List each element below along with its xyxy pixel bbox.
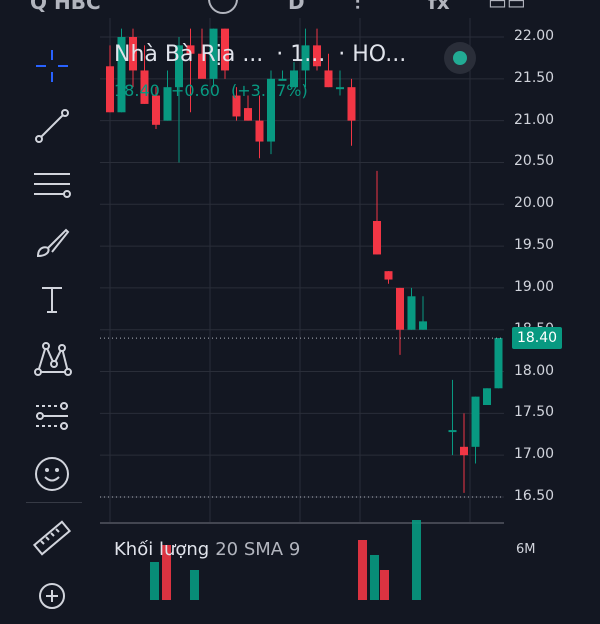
price-change-value: +0.60: [170, 81, 220, 100]
ruler-icon[interactable]: [28, 514, 76, 562]
interval-button[interactable]: D: [288, 0, 305, 14]
last-price-value: 18.40: [114, 81, 160, 100]
price-axis[interactable]: 6M 22.00 21.50 21.00 20.50 20.00 19.50 19.00 18…: [504, 18, 600, 600]
market-status-icon[interactable]: [444, 42, 476, 74]
add-symbol-icon[interactable]: [208, 0, 238, 14]
emoji-icon[interactable]: [28, 450, 76, 498]
text-icon[interactable]: [28, 276, 76, 324]
forecast-icon[interactable]: [28, 392, 76, 440]
price-axis-label: 19.00: [514, 278, 555, 295]
volume-indicator: 20 SMA 9: [215, 539, 301, 560]
candle-body: [324, 70, 333, 88]
layout-icon[interactable]: ▭▭: [488, 0, 526, 14]
toolbar-separator: [26, 502, 82, 503]
price-axis-label: 21.00: [514, 111, 555, 128]
volume-axis-label: 6M: [516, 542, 536, 557]
volume-legend[interactable]: Khối lượng 20 SMA 9: [114, 539, 300, 560]
candle-body: [419, 321, 427, 330]
candle-body: [255, 120, 264, 142]
interval-label: · 1...: [276, 42, 326, 67]
candle-body: [460, 446, 468, 456]
horizontal-lines-icon[interactable]: [28, 160, 76, 208]
price-axis-label: 16.50: [514, 488, 555, 504]
price-values: 18.40 +0.60 (+3.37%): [114, 81, 314, 100]
volume-bar: [370, 555, 379, 600]
volume-bar: [380, 570, 389, 600]
price-axis-label: 17.00: [514, 446, 555, 463]
volume-bar: [358, 540, 367, 600]
symbol-name: Nhà Bà Rịa ...: [114, 42, 264, 67]
volume-bar: [190, 570, 199, 600]
candle-body: [407, 296, 416, 330]
zoom-in-icon[interactable]: [28, 572, 76, 620]
symbol-search-icon[interactable]: Q HBC: [30, 0, 101, 14]
current-price-badge: 18.40: [512, 327, 562, 350]
candle-body: [396, 287, 404, 330]
candle-body: [494, 338, 503, 389]
price-axis-label: 20.50: [514, 153, 555, 170]
candle-body: [106, 66, 114, 113]
candle-body: [347, 87, 356, 121]
volume-bar: [150, 562, 159, 600]
price-axis-label: 20.00: [514, 195, 555, 212]
candle-body: [244, 108, 252, 121]
volume-bar: [412, 520, 421, 600]
price-chart[interactable]: [100, 18, 504, 600]
chart-pane[interactable]: Nhà Bà Rịa ... · 1... · HO... 18.40 +0.6…: [100, 18, 504, 600]
price-axis-label: 21.50: [514, 69, 555, 86]
indicators-icon[interactable]: ⫶: [355, 0, 360, 14]
pattern-icon[interactable]: [28, 334, 76, 382]
exchange-label: · HO...: [338, 42, 407, 67]
top-toolbar: Q HBC D ⫶ fx ▭▭: [0, 0, 600, 18]
candle-body: [448, 430, 457, 433]
price-axis-label: 19.50: [514, 237, 555, 254]
drawing-toolbar: [0, 18, 100, 609]
fx-icon[interactable]: fx: [428, 0, 450, 14]
candle-body: [336, 87, 344, 90]
candle-body: [483, 388, 491, 405]
price-axis-label: 17.50: [514, 404, 555, 421]
trend-line-icon[interactable]: [28, 102, 76, 150]
brush-icon[interactable]: [28, 218, 76, 266]
price-axis-label: 22.00: [514, 28, 555, 44]
price-change-pct: (+3.37%): [231, 81, 308, 100]
volume-label: Khối lượng: [114, 539, 210, 560]
crosshair-icon[interactable]: [28, 42, 76, 90]
candle-body: [471, 396, 480, 447]
candle-body: [373, 221, 381, 255]
symbol-legend[interactable]: Nhà Bà Rịa ... · 1... · HO...: [114, 42, 412, 67]
candle-body: [384, 271, 393, 280]
price-axis-label: 18.00: [514, 362, 555, 379]
